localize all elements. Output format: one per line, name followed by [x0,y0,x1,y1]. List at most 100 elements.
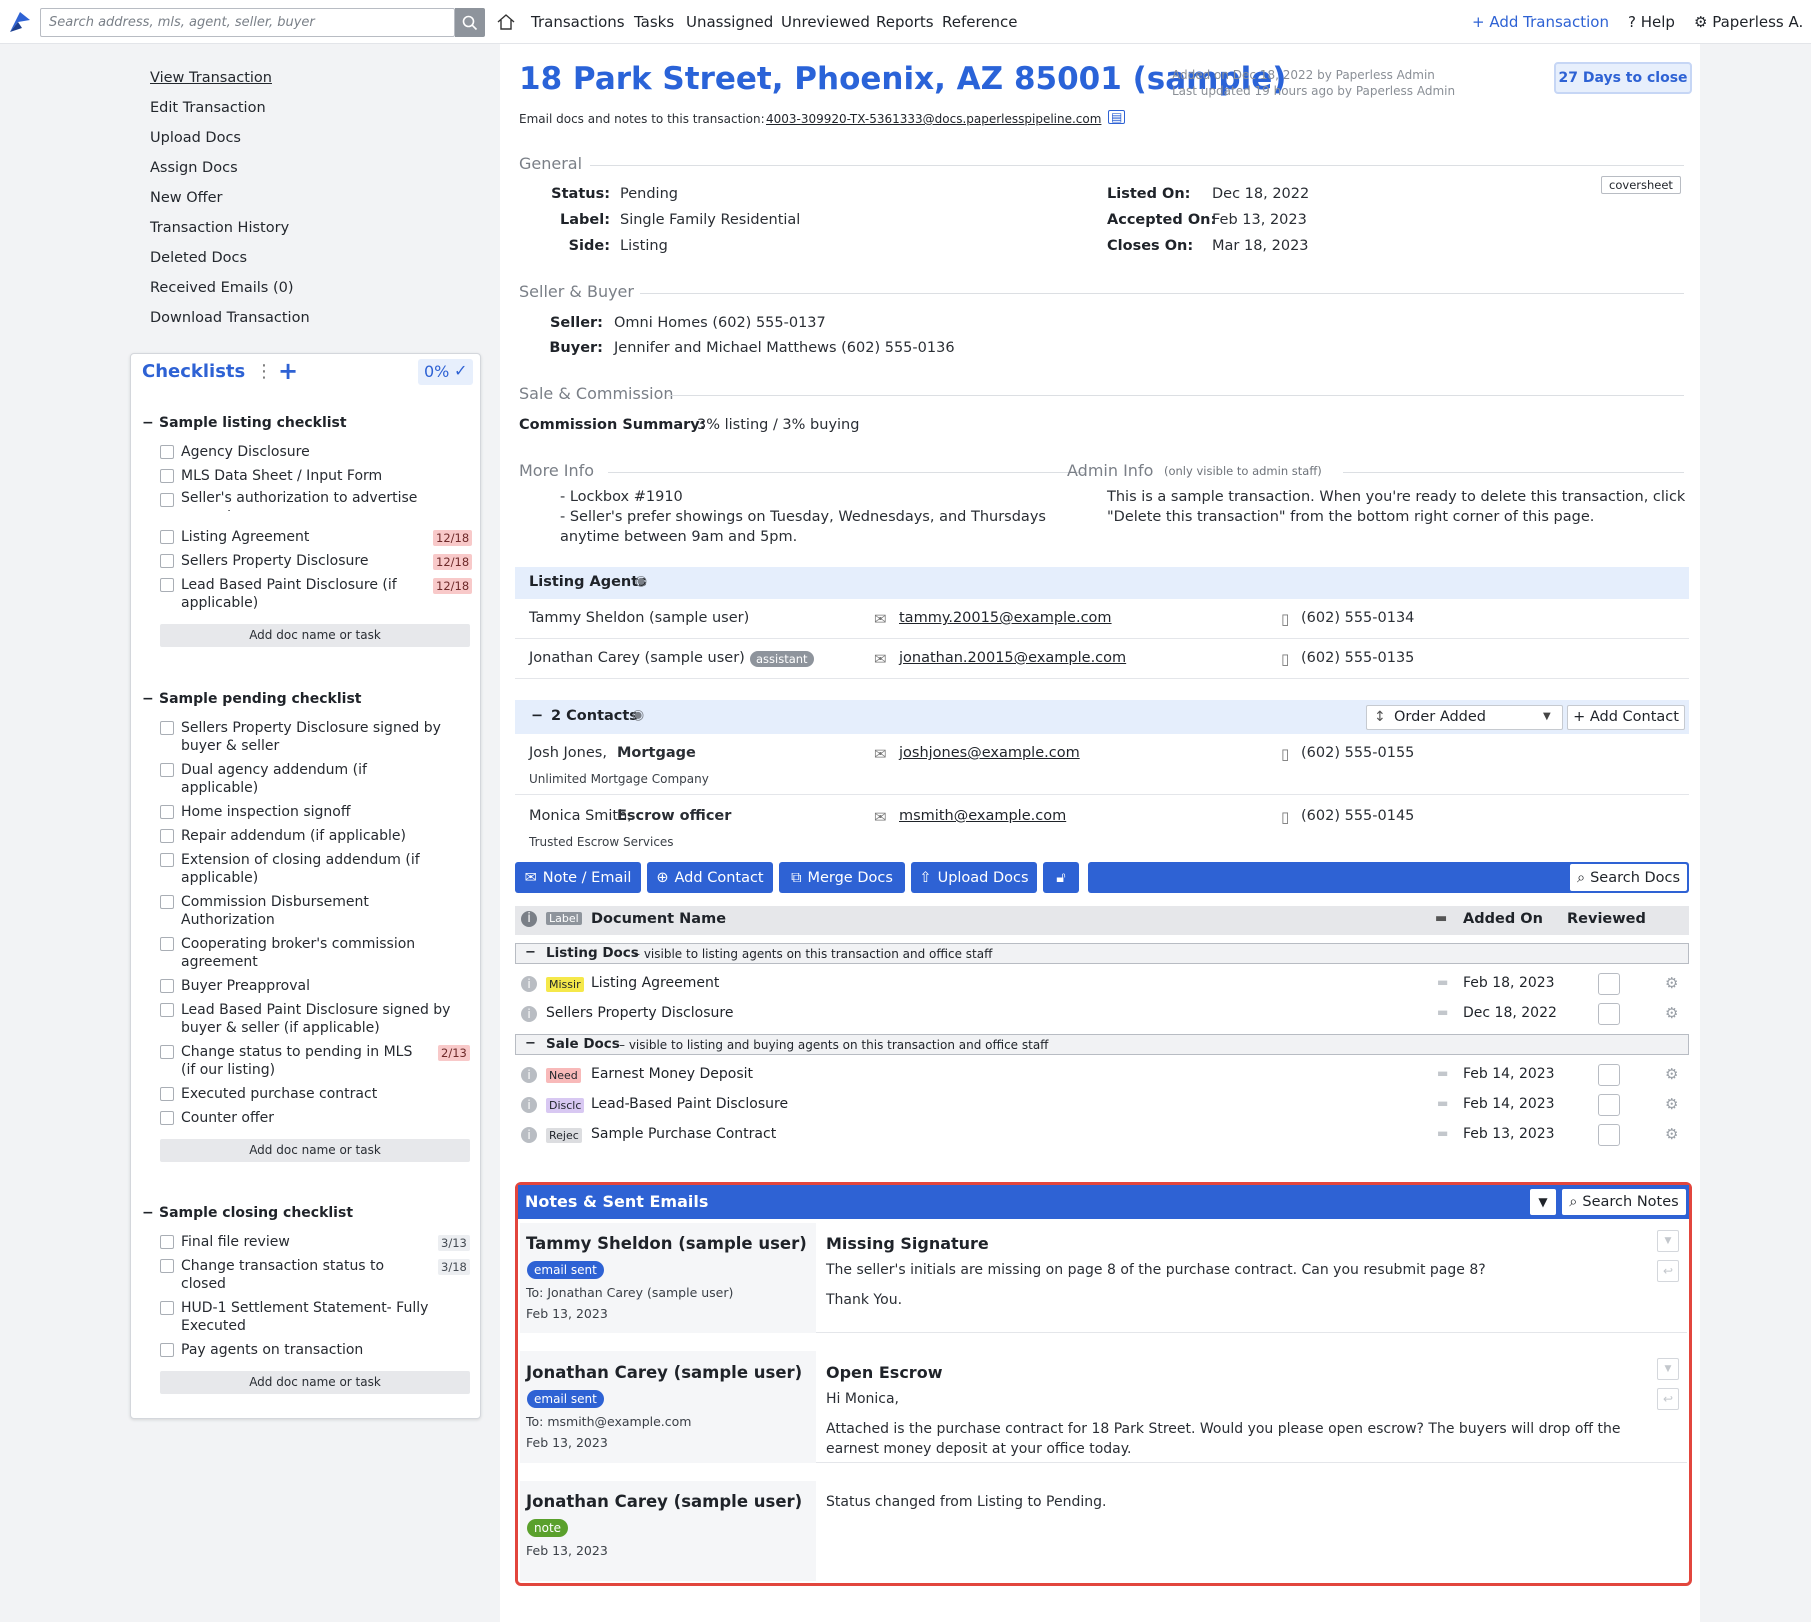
agent-email-link[interactable]: jonathan.20015@example.com [899,650,1126,666]
nav-unreviewed[interactable]: Unreviewed [781,13,870,31]
checklist-checkbox[interactable] [160,1045,174,1059]
checklist-checkbox[interactable] [160,445,174,459]
nav-transactions[interactable]: Transactions [531,13,625,31]
add-doc-or-task-button[interactable]: Add doc name or task [160,1139,470,1162]
download-transaction-link[interactable]: Download Transaction [150,310,310,326]
doc-group-header[interactable]: − Listing Docs – visible to listing agen… [515,943,1689,964]
checklist-checkbox[interactable] [160,853,174,867]
add-doc-or-task-button[interactable]: Add doc name or task [160,624,470,647]
reviewed-checkbox[interactable] [1598,1064,1620,1086]
search-button[interactable] [455,8,485,37]
expand-note-button[interactable]: ▼ [1657,1230,1679,1252]
note-email-button[interactable]: ✉ Note / Email [515,862,641,893]
nav-reports[interactable]: Reports [876,13,934,31]
search-docs-button[interactable]: ⌕ Search Docs [1570,864,1687,891]
nav-unassigned[interactable]: Unassigned [686,13,773,31]
help-link[interactable]: ? Help [1628,13,1675,31]
doc-row[interactable]: i Rejec Sample Purchase Contract ▬ Feb 1… [515,1120,1689,1150]
collapse-icon[interactable]: − [531,708,543,724]
paperless-logo[interactable] [6,8,34,36]
reply-button[interactable]: ↩ [1657,1260,1679,1282]
reply-button[interactable]: ↩ [1657,1388,1679,1410]
collapse-icon[interactable]: − [142,415,154,431]
search-notes-button[interactable]: ⌕ Search Notes [1562,1189,1686,1215]
checklist-checkbox[interactable] [160,1235,174,1249]
eye-icon[interactable]: ◉ [632,707,644,723]
transaction-email-link[interactable]: 4003-309920-TX-5361333@docs.paperlesspip… [766,112,1101,126]
gear-icon[interactable]: ⚙ [1665,974,1678,992]
contact-email-link[interactable]: joshjones@example.com [899,745,1080,761]
nav-tasks[interactable]: Tasks [634,13,674,31]
gear-icon[interactable]: ⚙ [1665,1004,1678,1022]
gear-icon[interactable]: ⚙ [1665,1125,1678,1143]
add-checklist-icon[interactable]: + [278,357,298,385]
collapse-icon[interactable]: − [142,691,154,707]
comment-icon[interactable]: ▬ [1437,1005,1448,1019]
add-contact-button[interactable]: ⊕ Add Contact [647,862,773,893]
checklist-progress[interactable]: 0% ✓ [418,359,473,385]
nav-reference[interactable]: Reference [942,13,1018,31]
add-contact-small-button[interactable]: + Add Contact [1567,705,1685,730]
info-icon[interactable]: i [521,1006,537,1022]
agent-email-link[interactable]: tammy.20015@example.com [899,610,1112,626]
home-icon[interactable] [496,12,516,32]
doc-row[interactable]: i Missir Listing Agreement ▬ Feb 18, 202… [515,969,1689,999]
edit-transaction-link[interactable]: Edit Transaction [150,100,266,116]
reviewed-checkbox[interactable] [1598,1124,1620,1146]
document-name-column[interactable]: Document Name [591,911,726,927]
checklist-checkbox[interactable] [160,578,174,592]
doc-group-header[interactable]: − Sale Docs – visible to listing and buy… [515,1034,1689,1055]
doc-row[interactable]: i Sellers Property Disclosure ▬ Dec 18, … [515,999,1689,1029]
checklist-checkbox[interactable] [160,530,174,544]
global-search-input[interactable] [40,8,455,37]
received-emails-link[interactable]: Received Emails (0) [150,280,294,296]
checklist-checkbox[interactable] [160,895,174,909]
doc-name[interactable]: Lead-Based Paint Disclosure [591,1096,788,1112]
checklist-checkbox[interactable] [160,937,174,951]
reviewed-checkbox[interactable] [1598,1094,1620,1116]
new-offer-link[interactable]: New Offer [150,190,223,206]
upload-docs-link[interactable]: Upload Docs [150,130,241,146]
assign-docs-link[interactable]: Assign Docs [150,160,238,176]
doc-name[interactable]: Earnest Money Deposit [591,1066,753,1082]
comment-icon[interactable]: ▬ [1437,1066,1448,1080]
checklist-checkbox[interactable] [160,763,174,777]
copy-card-icon[interactable]: ▤ [1108,110,1126,124]
checklist-checkbox[interactable] [160,1087,174,1101]
add-doc-or-task-button[interactable]: Add doc name or task [160,1371,470,1394]
expand-note-button[interactable]: ▼ [1657,1358,1679,1380]
order-select[interactable]: ↕ Order Added ▼ [1366,705,1563,730]
checklist-checkbox[interactable] [160,979,174,993]
info-icon[interactable]: i [521,1067,537,1083]
kebab-menu-icon[interactable]: ⋮ [255,361,273,382]
info-icon[interactable]: i [521,976,537,992]
doc-row[interactable]: i Disclc Lead-Based Paint Disclosure ▬ F… [515,1090,1689,1120]
merge-docs-button[interactable]: ⧉ Merge Docs [779,862,905,893]
checklist-checkbox[interactable] [160,1111,174,1125]
add-transaction-link[interactable]: + Add Transaction [1472,13,1609,31]
deleted-docs-link[interactable]: Deleted Docs [150,250,247,266]
reviewed-checkbox[interactable] [1598,1003,1620,1025]
info-icon[interactable]: i [521,1127,537,1143]
checklist-checkbox[interactable] [160,721,174,735]
checklist-checkbox[interactable] [160,805,174,819]
checklist-checkbox[interactable] [160,469,174,483]
transaction-history-link[interactable]: Transaction History [150,220,289,236]
notes-filter-dropdown[interactable]: ▼ [1530,1189,1556,1215]
added-on-column[interactable]: Added On [1463,911,1543,927]
days-to-close-badge[interactable]: 27 Days to close [1554,62,1692,94]
checklist-checkbox[interactable] [160,1301,174,1315]
checklist-checkbox[interactable] [160,554,174,568]
gear-icon[interactable]: ⚙ [1665,1065,1678,1083]
checklist-checkbox[interactable] [160,1343,174,1357]
upload-docs-button[interactable]: ⇧ Upload Docs [911,862,1037,893]
contact-email-link[interactable]: msmith@example.com [899,808,1066,824]
gear-icon[interactable]: ⚙ [1665,1095,1678,1113]
doc-name[interactable]: Sample Purchase Contract [591,1126,776,1142]
doc-row[interactable]: i Need Earnest Money Deposit ▬ Feb 14, 2… [515,1060,1689,1090]
checklist-checkbox[interactable] [160,1003,174,1017]
checklist-checkbox[interactable] [160,829,174,843]
info-icon[interactable]: i [521,1097,537,1113]
coversheet-button[interactable]: coversheet [1601,176,1681,194]
doc-name[interactable]: Sellers Property Disclosure [546,1005,733,1021]
